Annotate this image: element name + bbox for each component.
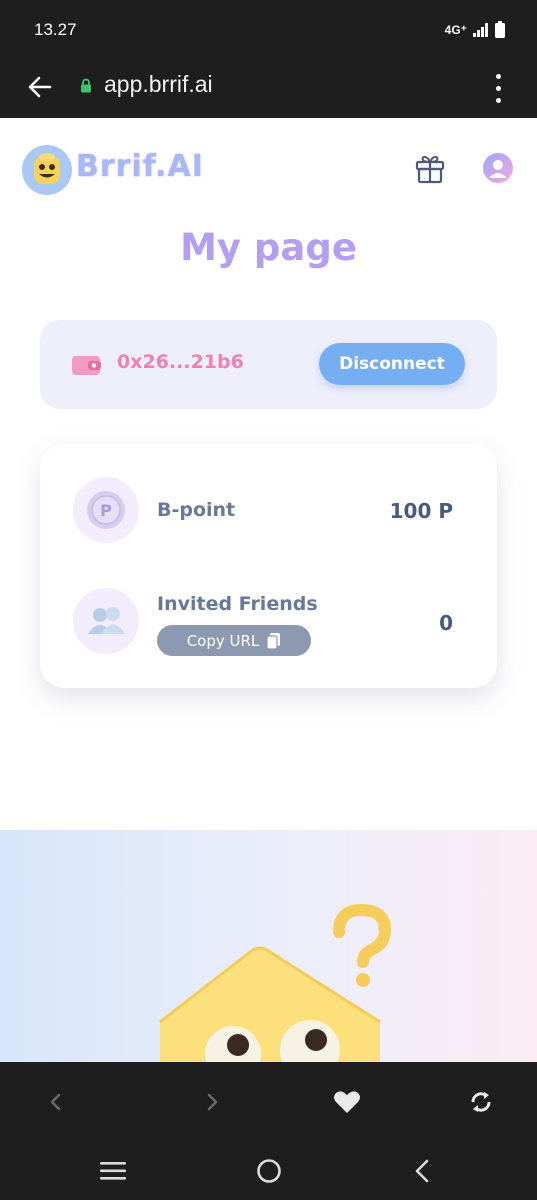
system-back-icon[interactable] [412, 1159, 432, 1183]
browser-bottom-nav [0, 1062, 537, 1140]
refresh-icon[interactable] [468, 1089, 494, 1115]
system-nav-bar [0, 1140, 537, 1200]
logo-mascot-icon[interactable] [22, 145, 72, 195]
logo-text[interactable]: Brrif.AI [76, 149, 204, 184]
copy-url-label: Copy URL [186, 631, 260, 650]
gift-icon[interactable] [413, 151, 447, 185]
coin-letter: P [100, 501, 112, 520]
wallet-card: 0x26...21b6 Disconnect [40, 320, 497, 409]
browser-forward-icon[interactable] [202, 1092, 222, 1112]
bpoint-value: 100 P [389, 499, 453, 523]
signal-icon [473, 22, 488, 37]
status-bar: 13.27 4G⁺ [0, 0, 537, 60]
invited-friends-label: Invited Friends [157, 593, 318, 615]
page-content: Brrif.AI My page 0x26...21b6 Disconnect [0, 118, 537, 1062]
invited-friends-value: 0 [439, 611, 453, 635]
browser-url-bar: app.brrif.ai [0, 60, 537, 118]
battery-icon [495, 21, 505, 38]
status-indicators: 4G⁺ [445, 21, 505, 38]
favorite-heart-icon[interactable] [333, 1090, 361, 1114]
recent-apps-icon[interactable] [100, 1161, 126, 1181]
copy-url-button[interactable]: Copy URL [157, 625, 311, 656]
url-text[interactable]: app.brrif.ai [104, 71, 213, 98]
copy-icon [267, 632, 281, 649]
stats-card: P B-point 100 P Invited Friends Copy URL… [40, 444, 497, 688]
envelope-mascot-icon [159, 946, 381, 1062]
page-title: My page [180, 226, 357, 269]
browser-back-icon[interactable] [46, 1092, 66, 1112]
home-icon[interactable] [256, 1158, 282, 1184]
network-type-label: 4G⁺ [444, 22, 467, 37]
wallet-icon [72, 356, 101, 375]
status-time: 13.27 [34, 20, 77, 39]
wallet-address: 0x26...21b6 [117, 351, 244, 373]
lock-icon [81, 78, 91, 93]
disconnect-button[interactable]: Disconnect [319, 343, 465, 385]
profile-avatar-icon[interactable] [482, 152, 514, 184]
bpoint-coin-icon: P [73, 477, 139, 543]
menu-kebab-icon[interactable] [489, 70, 507, 106]
promo-banner [0, 830, 537, 1062]
bpoint-label: B-point [157, 499, 236, 521]
back-arrow-icon[interactable] [26, 73, 54, 101]
friends-icon [73, 588, 139, 654]
